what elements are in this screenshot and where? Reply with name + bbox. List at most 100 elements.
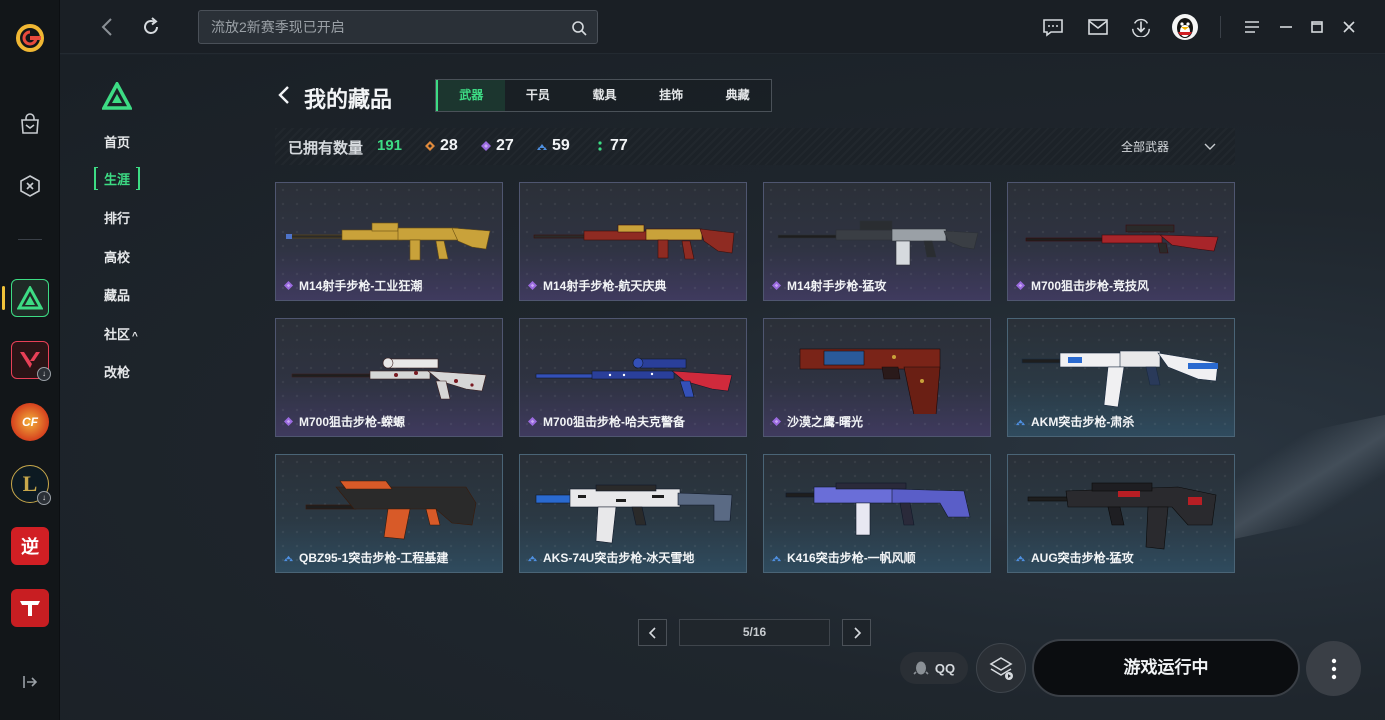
page-indicator: 5/16 [679,619,830,646]
purple-rarity-icon [481,141,491,151]
store-bag-icon[interactable] [14,108,46,140]
download-manager-icon[interactable] [1130,16,1152,38]
tianya-icon[interactable] [11,589,49,627]
qq-penguin-icon [913,661,929,675]
nav-community-label: 社区 [104,327,131,342]
weapon-card[interactable]: AUG突击步枪-猛攻 [1007,454,1235,573]
weapon-name: QBZ95-1突击步枪-工程基建 [284,549,448,566]
game-layers-button[interactable] [976,643,1026,693]
weapon-card[interactable]: M14射手步枪-工业狂潮 [275,182,503,301]
blue-rarity-icon [537,144,547,150]
page-title: 我的藏品 [304,87,393,112]
refresh-icon[interactable] [140,16,162,38]
app-logo-icon[interactable] [14,22,46,54]
weapon-image [1025,224,1219,254]
weapon-card[interactable]: AKS-74U突击步枪-冰天雪地 [519,454,747,573]
weapon-image [777,220,979,266]
chat-icon[interactable] [1042,16,1064,38]
qq-account-button[interactable]: QQ [900,652,968,684]
nav-ranking[interactable]: 排行 [104,208,130,227]
tab-collectibles[interactable]: 典藏 [704,80,771,111]
search-input[interactable] [199,11,597,43]
tab-weapons[interactable]: 武器 [436,80,505,111]
user-avatar[interactable] [1172,14,1198,40]
weapon-card[interactable]: 沙漠之鹰-曙光 [763,318,991,437]
purple-rarity-icon [284,281,293,290]
tab-charms[interactable]: 挂饰 [638,80,705,111]
mail-icon[interactable] [1087,16,1109,38]
maximize-icon[interactable] [1306,16,1328,38]
tab-operators[interactable]: 干员 [505,80,572,111]
stat-purple-count: 27 [496,137,514,154]
menu-icon[interactable] [1241,16,1263,38]
weapon-name: M700狙击步枪-竞技风 [1016,277,1149,294]
nav-collection[interactable]: 藏品 [104,285,130,304]
weapon-card[interactable]: K416突击步枪-一帆风顺 [763,454,991,573]
weapon-card[interactable]: M700狙击步枪-哈夫克警备 [519,318,747,437]
weapon-card[interactable]: AKM突击步枪-肃杀 [1007,318,1235,437]
weapon-name: K416突击步枪-一帆风顺 [772,549,916,566]
weapon-name-text: AKM突击步枪-肃杀 [1031,415,1135,429]
download-badge-icon: ↓ [37,491,51,505]
weapon-name-text: AKS-74U突击步枪-冰天雪地 [543,551,695,565]
layers-icon [989,657,1013,680]
weapon-name-text: M14射手步枪-猛攻 [787,279,887,293]
collection-stats-bar: 已拥有数量 191 28 27 59 77 全部武器 [275,128,1235,165]
blue-rarity-icon [528,555,537,562]
collection-back-icon[interactable] [277,84,291,106]
weapon-image [305,480,477,540]
weapon-name: 沙漠之鹰-曙光 [772,413,863,430]
ni-shui-han-icon[interactable]: 逆 [11,527,49,565]
nav-gunsmith[interactable]: 改枪 [104,362,130,381]
nav-community[interactable]: 社区 ^ [104,324,138,343]
stat-purple: 27 [481,137,514,155]
weapon-name-text: M700狙击步枪-哈夫克警备 [543,415,686,429]
nav-career[interactable]: 生涯 [94,167,141,190]
search-icon[interactable] [571,20,587,36]
back-arrow-icon[interactable] [98,16,118,38]
more-vertical-icon [1331,658,1336,679]
prev-page-button[interactable] [638,619,667,646]
chevron-left-icon [648,626,656,639]
qq-label: QQ [934,660,956,676]
blue-rarity-icon [284,555,293,562]
weapon-card[interactable]: QBZ95-1突击步枪-工程基建 [275,454,503,573]
green-rarity-icon [598,141,602,151]
weapon-card[interactable]: M700狙击步枪-竞技风 [1007,182,1235,301]
delta-force-icon[interactable] [11,279,49,317]
purple-rarity-icon [772,281,781,290]
toolbar-divider [1220,16,1221,38]
blue-rarity-icon [1016,419,1025,426]
weapon-image [535,357,733,398]
weapon-image [291,357,487,400]
valorant-icon[interactable]: ↓ [11,341,51,381]
download-badge-icon: ↓ [37,367,51,381]
game-hub-icon[interactable] [14,170,46,202]
weapon-card[interactable]: M14射手步枪-猛攻 [763,182,991,301]
weapon-name: M14射手步枪-航天庆典 [528,277,666,294]
orange-rarity-icon [425,141,435,151]
weapon-name-text: M700狙击步枪-蝾螈 [299,415,406,429]
league-of-legends-icon[interactable]: L ↓ [11,465,51,505]
weapon-name-text: AUG突击步枪-猛攻 [1031,551,1134,565]
stat-orange: 28 [425,137,458,155]
weapon-image [286,222,491,261]
nav-home[interactable]: 首页 [104,132,130,151]
close-icon[interactable] [1338,16,1360,38]
weapon-name-text: QBZ95-1突击步枪-工程基建 [299,551,449,565]
blue-rarity-icon [1016,555,1025,562]
nav-college[interactable]: 高校 [104,247,130,266]
blue-rarity-icon [772,555,781,562]
delta-force-logo-icon [101,80,133,110]
weapon-card[interactable]: M14射手步枪-航天庆典 [519,182,747,301]
minimize-icon[interactable] [1275,16,1297,38]
tab-vehicles[interactable]: 载具 [571,80,638,111]
next-page-button[interactable] [842,619,871,646]
crossfire-icon[interactable]: CF [11,403,49,441]
weapon-card[interactable]: M700狙击步枪-蝾螈 [275,318,503,437]
stat-blue-count: 59 [552,137,570,154]
game-running-button[interactable]: 游戏运行中 [1032,639,1300,697]
more-options-button[interactable] [1306,641,1361,696]
collapse-sidebar-icon[interactable] [14,666,46,698]
weapon-filter-dropdown[interactable]: 全部武器 [1121,138,1217,155]
